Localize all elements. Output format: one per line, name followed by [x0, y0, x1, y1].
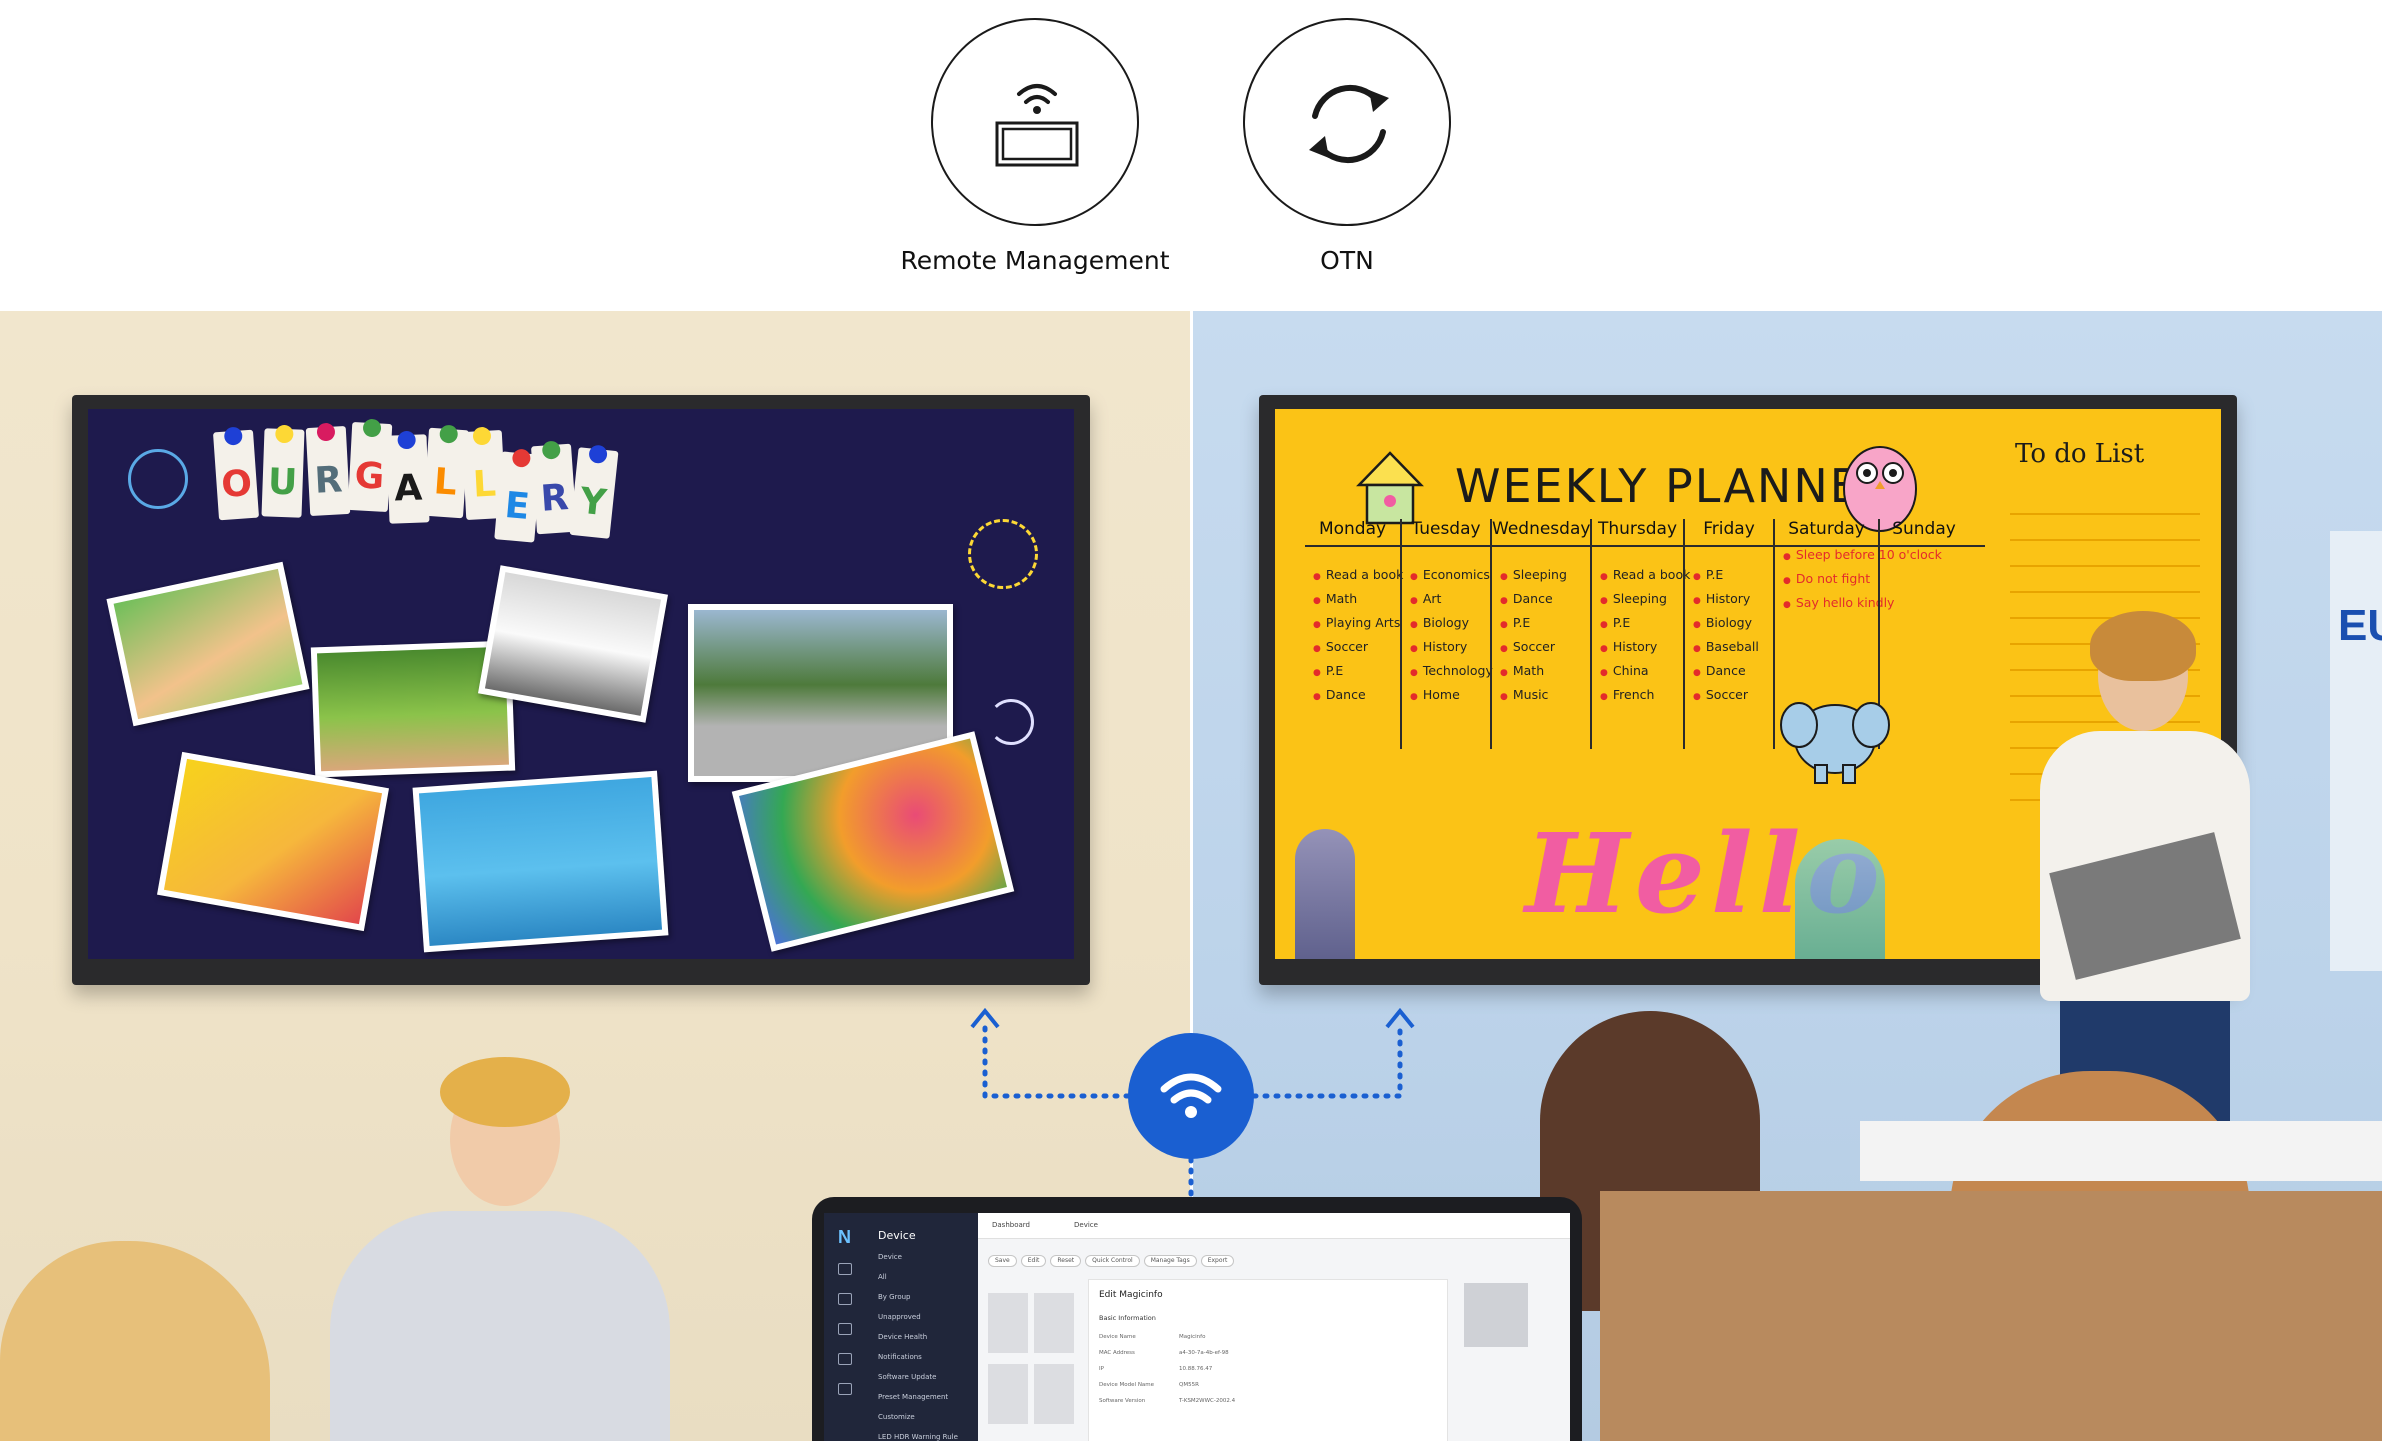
device-thumbnail[interactable]: [988, 1364, 1028, 1424]
info-key: Device Model Name: [1099, 1382, 1155, 1388]
feature-label: OTN: [1320, 246, 1374, 275]
tab-bar: Dashboard Device: [978, 1213, 1570, 1239]
sidebar-item[interactable]: Preset Management: [878, 1393, 958, 1401]
feature-remote-management: Remote Management: [900, 18, 1170, 275]
info-value: QM55R: [1179, 1382, 1199, 1388]
info-value: a4-30-7a-4b-ef-98: [1179, 1350, 1229, 1356]
toolbar-button[interactable]: Edit: [1020, 1255, 1047, 1267]
toolbar-button[interactable]: Save: [988, 1255, 1017, 1267]
icon-rail: [838, 1263, 852, 1413]
app-main: Dashboard Device Save Edit Reset Quick Cont…: [978, 1213, 1570, 1441]
app-sidebar: N Device Device All By Group Unapproved Devi…: [824, 1213, 978, 1441]
sidebar-item[interactable]: By Group: [878, 1293, 958, 1301]
info-key: MAC Address: [1099, 1350, 1135, 1356]
laptop-screen: N Device Device All By Group Unapproved Devi…: [824, 1213, 1570, 1441]
device-thumbnail[interactable]: [1464, 1283, 1528, 1347]
toolbar-button[interactable]: Export: [1200, 1255, 1235, 1267]
sidebar-nav: Device All By Group Unapproved Device Health…: [878, 1253, 958, 1441]
classroom-scene: EU OURGALLERY: [0, 311, 2382, 1441]
playlist-icon[interactable]: [838, 1323, 852, 1335]
app-title: Device: [878, 1229, 916, 1242]
sidebar-item[interactable]: LED HDR Warning Rule: [878, 1433, 958, 1441]
toolbar-button[interactable]: Reset: [1050, 1255, 1082, 1267]
sidebar-item[interactable]: Software Update: [878, 1373, 958, 1381]
tab-dashboard[interactable]: Dashboard: [992, 1221, 1030, 1229]
info-value: T-KSM2WWC-2002.4: [1179, 1398, 1236, 1404]
wifi-icon: [1160, 1073, 1222, 1118]
feature-circle: [1243, 18, 1451, 226]
device-thumbnail[interactable]: [988, 1293, 1028, 1353]
toolbar-button[interactable]: Quick Control: [1085, 1255, 1140, 1267]
info-key: Device Name: [1099, 1334, 1136, 1340]
info-key: Software Version: [1099, 1398, 1146, 1404]
info-row: Device Name Magicinfo: [1099, 1334, 1235, 1340]
info-value: 10.88.76.47: [1179, 1366, 1213, 1372]
info-row: Device Model Name QM55R: [1099, 1382, 1235, 1388]
toolbar: Save Edit Reset Quick Control Manage Tags Exp…: [988, 1249, 1560, 1267]
info-row: Software Version T-KSM2WWC-2002.4: [1099, 1398, 1235, 1404]
sidebar-item[interactable]: Unapproved: [878, 1313, 958, 1321]
remote-management-icon: [995, 84, 1079, 167]
feature-circle: [931, 18, 1139, 226]
panel-title: Edit Magicinfo: [1099, 1290, 1163, 1300]
content-icon[interactable]: [838, 1293, 852, 1305]
device-thumbnail[interactable]: [1034, 1364, 1075, 1424]
laptop: N Device Device All By Group Unapproved Devi…: [812, 1197, 1582, 1441]
wifi-hub: [1128, 1033, 1254, 1159]
info-rows: Device Name Magicinfo MAC Address a4-30-7a-…: [1099, 1334, 1235, 1414]
sidebar-item[interactable]: All: [878, 1273, 958, 1281]
info-row: IP 10.88.76.47: [1099, 1366, 1235, 1372]
info-key: IP: [1099, 1366, 1104, 1372]
sidebar-item[interactable]: Notifications: [878, 1353, 958, 1361]
tab-device[interactable]: Device: [1074, 1221, 1098, 1229]
feature-label: Remote Management: [900, 246, 1170, 275]
device-thumbnail[interactable]: [1034, 1293, 1075, 1353]
sidebar-item[interactable]: Device Health: [878, 1333, 958, 1341]
edit-panel: Edit Magicinfo Basic Information Device …: [1088, 1279, 1448, 1441]
toolbar-button[interactable]: Manage Tags: [1143, 1255, 1197, 1267]
schedule-icon[interactable]: [838, 1353, 852, 1365]
dashboard-icon[interactable]: [838, 1263, 852, 1275]
sidebar-item[interactable]: Device: [878, 1253, 958, 1261]
device-icon[interactable]: [838, 1383, 852, 1395]
app-logo-icon: N: [838, 1227, 851, 1247]
info-value: Magicinfo: [1179, 1334, 1206, 1340]
device-thumbnails: [988, 1293, 1078, 1435]
feature-otn: OTN: [1242, 18, 1452, 275]
info-row: MAC Address a4-30-7a-4b-ef-98: [1099, 1350, 1235, 1356]
sync-icon: [1309, 84, 1389, 164]
sidebar-item[interactable]: Customize: [878, 1413, 958, 1421]
panel-subtitle: Basic Information: [1099, 1314, 1156, 1322]
